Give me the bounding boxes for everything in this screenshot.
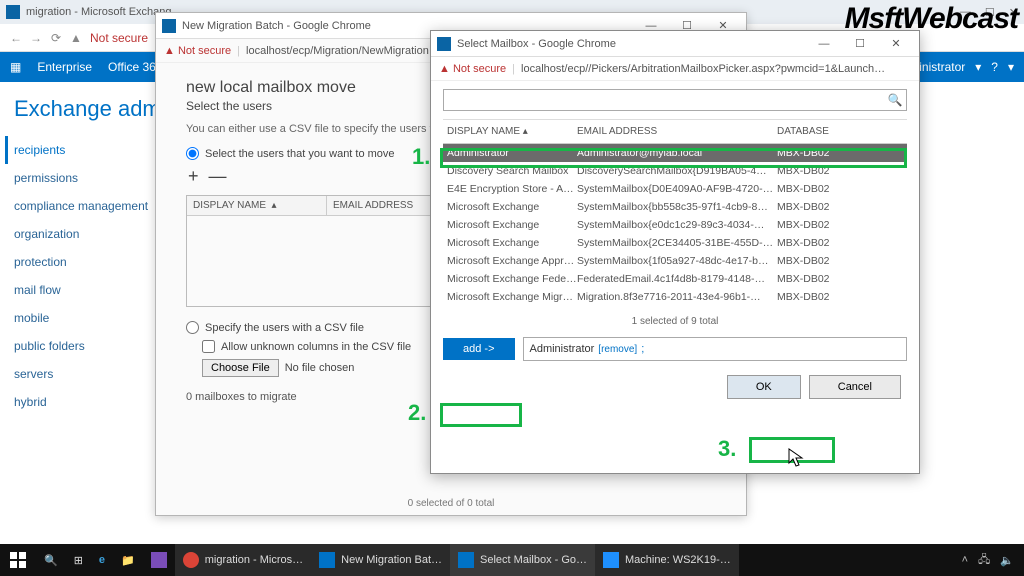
reload-icon[interactable]: ⟳ xyxy=(46,31,66,45)
search-input[interactable] xyxy=(444,94,884,106)
maximize-icon[interactable]: ☐ xyxy=(843,34,877,54)
app-icon[interactable] xyxy=(143,544,175,576)
cursor-icon xyxy=(788,448,804,468)
no-file-label: No file chosen xyxy=(285,362,355,374)
popup2-urlbar: ▲ Not secure | localhost/ecp//Pickers/Ar… xyxy=(431,57,919,81)
app-grid-icon[interactable]: ▦ xyxy=(10,60,21,74)
checkbox-allow-unknown-input[interactable] xyxy=(202,340,215,353)
select-mailbox-window: Select Mailbox - Google Chrome — ☐ ✕ ▲ N… xyxy=(430,30,920,474)
chevron-down-icon[interactable]: ▾ xyxy=(975,60,981,74)
table-row[interactable]: AdministratorAdministrator@mylab.localMB… xyxy=(443,144,907,162)
popup1-title: New Migration Batch - Google Chrome xyxy=(182,20,371,32)
radio-select-users-label: Select the users that you want to move xyxy=(205,148,395,160)
sidebar-item-permissions[interactable]: permissions xyxy=(14,164,155,192)
back-icon[interactable]: ← xyxy=(6,31,26,45)
table-row[interactable]: Microsoft ExchangeSystemMailbox{2CE34405… xyxy=(443,234,907,252)
popup2-url[interactable]: localhost/ecp//Pickers/ArbitrationMailbo… xyxy=(521,63,885,75)
sidebar-item-protection[interactable]: protection xyxy=(14,248,155,276)
start-button[interactable] xyxy=(0,544,36,576)
col-display-name[interactable]: DISPLAY NAME ▴ xyxy=(443,120,573,143)
system-tray[interactable]: ˄ 🖧 🔈 xyxy=(952,551,1024,570)
table-row[interactable]: Microsoft Exchange Federat…FederatedEmai… xyxy=(443,270,907,288)
warning-icon: ▲ xyxy=(439,63,450,75)
remove-link[interactable]: [remove] xyxy=(598,344,637,355)
col-email[interactable]: EMAIL ADDRESS xyxy=(573,120,773,143)
grid-status: 1 selected of 9 total xyxy=(431,316,919,327)
minimize-icon[interactable]: — xyxy=(807,34,841,54)
remove-icon[interactable]: — xyxy=(209,166,227,187)
header-enterprise[interactable]: Enterprise xyxy=(37,60,92,74)
selected-recipient: Administrator xyxy=(530,343,595,355)
table-row[interactable]: E4E Encryption Store - ActiveSystemMailb… xyxy=(443,180,907,198)
selected-users-table: DISPLAY NAME ▴ EMAIL ADDRESS xyxy=(186,195,446,307)
table-row[interactable]: Microsoft Exchange Migrati…Migration.8f3… xyxy=(443,288,907,306)
warning-icon: ▲ xyxy=(66,31,86,45)
search-box[interactable]: 🔍 xyxy=(443,89,907,111)
radio-csv-input[interactable] xyxy=(186,321,199,334)
choose-file-button[interactable]: Choose File xyxy=(202,359,279,377)
popup2-title: Select Mailbox - Google Chrome xyxy=(457,38,616,50)
close-icon[interactable]: ✕ xyxy=(879,34,913,54)
radio-csv-label: Specify the users with a CSV file xyxy=(205,322,364,334)
search-icon[interactable]: 🔍 xyxy=(884,93,906,107)
tab-favicon xyxy=(6,5,20,19)
popup1-url[interactable]: localhost/ecp/Migration/NewMigration xyxy=(246,45,429,57)
chrome-favicon xyxy=(162,19,176,33)
table-row[interactable]: Discovery Search MailboxDiscoverySearchM… xyxy=(443,162,907,180)
col-email[interactable]: EMAIL ADDRESS xyxy=(327,196,419,215)
not-secure-label: Not secure xyxy=(453,63,506,75)
eac-sidebar: Exchange admin ce recipientspermissionsc… xyxy=(0,82,155,416)
help-icon[interactable]: ? xyxy=(991,60,998,74)
table-row[interactable]: Microsoft Exchange Approv…SystemMailbox{… xyxy=(443,252,907,270)
taskbar-item-newmigration[interactable]: New Migration Bat… xyxy=(311,544,450,576)
forward-icon[interactable]: → xyxy=(26,31,46,45)
selected-recipients-box[interactable]: Administrator [remove]; xyxy=(523,337,908,361)
col-database[interactable]: DATABASE xyxy=(773,120,893,143)
chevron-down-icon[interactable]: ▾ xyxy=(1008,60,1014,74)
mailbox-grid: DISPLAY NAME ▴ EMAIL ADDRESS DATABASE Ad… xyxy=(443,119,907,306)
radio-select-users-input[interactable] xyxy=(186,147,199,160)
explorer-icon[interactable]: 📁 xyxy=(113,544,143,576)
table-row[interactable]: Microsoft ExchangeSystemMailbox{e0dc1c29… xyxy=(443,216,907,234)
empty-table-body xyxy=(187,216,445,306)
sidebar-item-recipients[interactable]: recipients xyxy=(5,136,155,164)
add-icon[interactable]: + xyxy=(188,166,199,187)
sidebar-item-mobile[interactable]: mobile xyxy=(14,304,155,332)
checkbox-label: Allow unknown columns in the CSV file xyxy=(221,341,411,353)
chrome-favicon xyxy=(437,37,451,51)
tray-network-icon[interactable]: 🖧 xyxy=(978,551,990,570)
sidebar-item-compliance-management[interactable]: compliance management xyxy=(14,192,155,220)
popup1-footer: 0 selected of 0 total xyxy=(156,498,746,509)
cancel-button[interactable]: Cancel xyxy=(809,375,901,399)
table-row[interactable]: Microsoft ExchangeSystemMailbox{bb558c35… xyxy=(443,198,907,216)
not-secure-label: Not secure xyxy=(90,31,148,45)
taskbar-item-migration[interactable]: migration - Micros… xyxy=(175,544,311,576)
not-secure-label: Not secure xyxy=(178,45,231,57)
watermark: MsftWebcast xyxy=(845,2,1018,36)
add-button[interactable]: add -> xyxy=(443,338,515,360)
task-view-icon[interactable]: ⊞ xyxy=(66,544,91,576)
sidebar-item-hybrid[interactable]: hybrid xyxy=(14,388,155,416)
sidebar-item-servers[interactable]: servers xyxy=(14,360,155,388)
sidebar-item-mail-flow[interactable]: mail flow xyxy=(14,276,155,304)
warning-icon: ▲ xyxy=(164,45,175,57)
taskbar-item-machine[interactable]: Machine: WS2K19-… xyxy=(595,544,739,576)
taskbar-item-selectmailbox[interactable]: Select Mailbox - Go… xyxy=(450,544,595,576)
taskbar: 🔍 ⊞ e 📁 migration - Micros… New Migratio… xyxy=(0,544,1024,576)
ie-icon[interactable]: e xyxy=(91,544,113,576)
sidebar-item-public-folders[interactable]: public folders xyxy=(14,332,155,360)
ok-button[interactable]: OK xyxy=(727,375,801,399)
sidebar-item-organization[interactable]: organization xyxy=(14,220,155,248)
page-title: Exchange admin ce xyxy=(14,96,155,122)
search-icon[interactable]: 🔍 xyxy=(36,544,66,576)
tray-volume-icon[interactable]: 🔈 xyxy=(1000,554,1014,567)
col-display-name[interactable]: DISPLAY NAME ▴ xyxy=(187,196,327,215)
tray-chevron-icon[interactable]: ˄ xyxy=(962,554,968,566)
